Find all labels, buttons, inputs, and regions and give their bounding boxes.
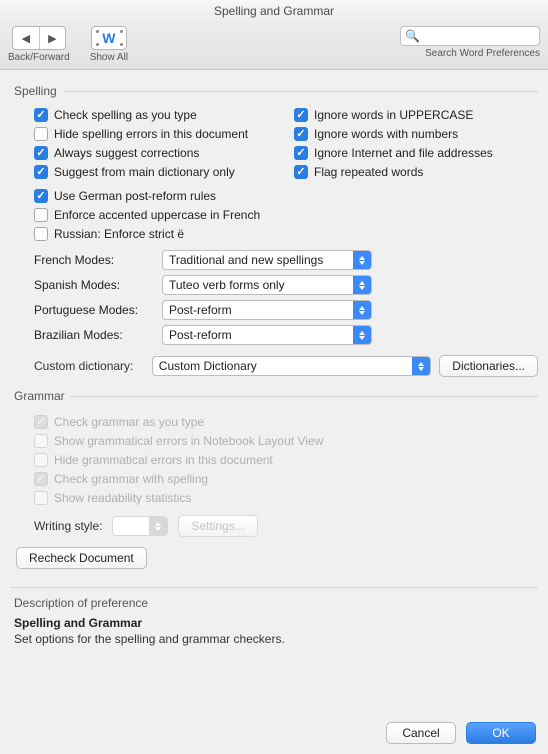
divider (10, 587, 538, 588)
toolbar: ◀ ▶ Back/Forward W Show All 🔍 Search Wor… (0, 22, 548, 70)
opt-always-suggest[interactable]: Always suggest corrections (34, 146, 278, 160)
opt-ignore-numbers[interactable]: Ignore words with numbers (294, 127, 538, 141)
writing-style-label: Writing style: (34, 519, 102, 533)
opt-main-dictionary[interactable]: Suggest from main dictionary only (34, 165, 278, 179)
custom-dictionary-select[interactable]: Custom Dictionary (152, 356, 432, 376)
checkbox[interactable] (34, 227, 48, 241)
label: Ignore Internet and file addresses (314, 146, 493, 160)
label: Hide spelling errors in this document (54, 127, 248, 141)
description-heading: Description of preference (10, 596, 538, 610)
checkbox (34, 472, 48, 486)
label: Check grammar as you type (54, 415, 204, 429)
select-value: Custom Dictionary (159, 359, 257, 373)
checkbox[interactable] (294, 108, 308, 122)
checkbox[interactable] (34, 165, 48, 179)
label: Hide grammatical errors in this document (54, 453, 273, 467)
label: Show grammatical errors in Notebook Layo… (54, 434, 323, 448)
french-modes-label: French Modes: (34, 253, 154, 267)
label: Always suggest corrections (54, 146, 199, 160)
label: Flag repeated words (314, 165, 423, 179)
opt-hide-grammar: Hide grammatical errors in this document (34, 453, 538, 467)
description-title: Spelling and Grammar (14, 616, 534, 630)
portuguese-modes-label: Portuguese Modes: (34, 303, 154, 317)
opt-readability: Show readability statistics (34, 491, 538, 505)
spelling-group-label: Spelling (14, 84, 538, 98)
label: Use German post-reform rules (54, 189, 216, 203)
description-text: Set options for the spelling and grammar… (14, 632, 534, 646)
checkbox (34, 434, 48, 448)
opt-french-accented[interactable]: Enforce accented uppercase in French (34, 208, 538, 222)
chevron-updown-icon (353, 301, 371, 319)
back-button[interactable]: ◀ (13, 27, 39, 49)
back-forward-label: Back/Forward (8, 52, 70, 63)
brazilian-modes-select[interactable]: Post-reform (162, 325, 372, 345)
show-all-icon[interactable]: W (91, 26, 127, 50)
checkbox[interactable] (294, 165, 308, 179)
chevron-updown-icon (353, 326, 371, 344)
chevron-updown-icon (149, 517, 167, 535)
checkbox[interactable] (34, 189, 48, 203)
brazilian-modes-label: Brazilian Modes: (34, 328, 154, 342)
ok-button[interactable]: OK (466, 722, 536, 744)
spanish-modes-label: Spanish Modes: (34, 278, 154, 292)
portuguese-modes-select[interactable]: Post-reform (162, 300, 372, 320)
checkbox[interactable] (34, 146, 48, 160)
recheck-document-button[interactable]: Recheck Document (16, 547, 147, 569)
select-value: Post-reform (169, 303, 232, 317)
search-caption: Search Word Preferences (425, 48, 540, 59)
custom-dictionary-label: Custom dictionary: (34, 359, 144, 373)
nav-buttons: ◀ ▶ (12, 26, 66, 50)
label: Russian: Enforce strict ё (54, 227, 184, 241)
opt-show-grammar-notebook: Show grammatical errors in Notebook Layo… (34, 434, 538, 448)
opt-flag-repeated[interactable]: Flag repeated words (294, 165, 538, 179)
grammar-group-text: Grammar (14, 389, 65, 403)
label: Enforce accented uppercase in French (54, 208, 260, 222)
label: Show readability statistics (54, 491, 191, 505)
back-forward-group: ◀ ▶ Back/Forward (8, 26, 70, 63)
opt-russian-strict[interactable]: Russian: Enforce strict ё (34, 227, 538, 241)
show-all-label: Show All (90, 52, 128, 63)
checkbox[interactable] (34, 108, 48, 122)
label: Ignore words with numbers (314, 127, 458, 141)
opt-hide-spelling-errors[interactable]: Hide spelling errors in this document (34, 127, 278, 141)
select-value: Traditional and new spellings (169, 253, 323, 267)
opt-ignore-internet[interactable]: Ignore Internet and file addresses (294, 146, 538, 160)
opt-check-grammar-type: Check grammar as you type (34, 415, 538, 429)
select-value: Post-reform (169, 328, 232, 342)
grammar-group-label: Grammar (14, 389, 538, 403)
chevron-updown-icon (353, 276, 371, 294)
checkbox[interactable] (294, 146, 308, 160)
opt-ignore-uppercase[interactable]: Ignore words in UPPERCASE (294, 108, 538, 122)
writing-style-select (112, 516, 168, 536)
settings-button: Settings... (178, 515, 257, 537)
checkbox[interactable] (34, 208, 48, 222)
forward-button[interactable]: ▶ (39, 27, 65, 49)
chevron-updown-icon (412, 357, 430, 375)
opt-check-spelling[interactable]: Check spelling as you type (34, 108, 278, 122)
label: Ignore words in UPPERCASE (314, 108, 473, 122)
search-icon: 🔍 (405, 29, 420, 43)
dictionaries-button[interactable]: Dictionaries... (439, 355, 538, 377)
checkbox (34, 415, 48, 429)
french-modes-select[interactable]: Traditional and new spellings (162, 250, 372, 270)
show-all-group: W Show All (90, 26, 128, 63)
checkbox (34, 491, 48, 505)
window-title: Spelling and Grammar (0, 0, 548, 22)
opt-check-grammar-spelling: Check grammar with spelling (34, 472, 538, 486)
search-box[interactable]: 🔍 (400, 26, 540, 46)
checkbox[interactable] (294, 127, 308, 141)
label: Suggest from main dictionary only (54, 165, 235, 179)
label: Check spelling as you type (54, 108, 197, 122)
select-value: Tuteo verb forms only (169, 278, 285, 292)
spanish-modes-select[interactable]: Tuteo verb forms only (162, 275, 372, 295)
cancel-button[interactable]: Cancel (386, 722, 456, 744)
spelling-group-text: Spelling (14, 84, 57, 98)
opt-german-post-reform[interactable]: Use German post-reform rules (34, 189, 538, 203)
footer: Cancel OK (0, 712, 548, 754)
chevron-updown-icon (353, 251, 371, 269)
checkbox[interactable] (34, 127, 48, 141)
checkbox (34, 453, 48, 467)
label: Check grammar with spelling (54, 472, 208, 486)
search-input[interactable] (424, 30, 535, 42)
